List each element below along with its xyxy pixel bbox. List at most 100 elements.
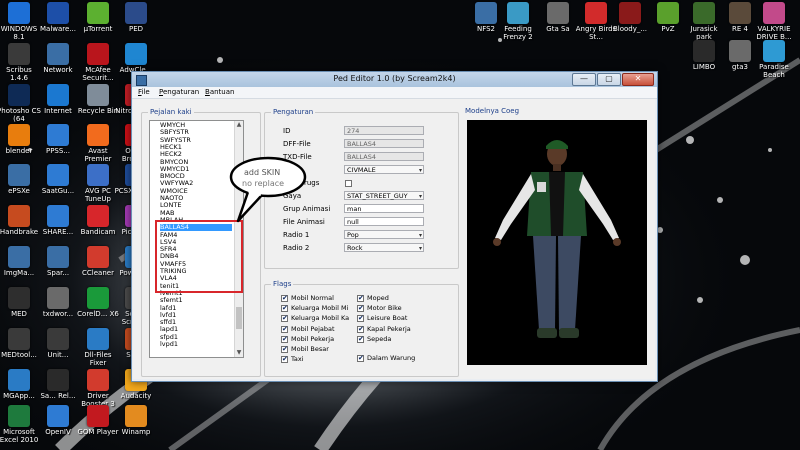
flag-checkbox[interactable] — [281, 304, 288, 313]
chevron-down-icon[interactable]: ▾ — [419, 192, 422, 201]
setting-field[interactable]: STAT_STREET_GUY ▾ — [344, 191, 424, 200]
desktop-icon[interactable]: Feeding Frenzy 2 — [496, 2, 540, 41]
chevron-down-icon[interactable]: ▾ — [419, 244, 422, 253]
setting-field[interactable]: null — [344, 217, 424, 226]
setting-value: 274 — [347, 127, 360, 135]
flag-label: Sepeda — [367, 334, 392, 343]
flag-checkbox[interactable] — [357, 325, 364, 333]
desktop-icon-label: SaatGu... — [41, 187, 75, 195]
model-preview[interactable] — [467, 120, 647, 365]
share-icon — [47, 205, 69, 227]
desktop-icon[interactable]: Malware... — [36, 2, 80, 33]
txd-icon — [47, 287, 69, 309]
flag-checkbox[interactable] — [281, 294, 288, 302]
desktop-icon[interactable]: VALKYRIE DRIVE B... — [752, 2, 796, 41]
bubble-text: add SKIN — [244, 168, 281, 177]
flag-label: Mobil Pekerja — [291, 334, 335, 343]
flag-checkbox[interactable] — [357, 304, 364, 313]
menu-pengaturan-label: engaturan — [162, 88, 200, 96]
setting-field[interactable]: 274 — [344, 126, 424, 135]
desktop-icon[interactable]: ImgMa... — [0, 246, 41, 277]
desktop-icon[interactable]: txdwor... — [36, 287, 80, 318]
close-button[interactable]: ✕ — [622, 73, 654, 86]
flag-checkbox[interactable] — [357, 314, 364, 323]
setting-field[interactable]: Pop ▾ — [344, 230, 424, 239]
menu-bantuan[interactable]: Bantuan — [205, 88, 234, 96]
desktop-icon[interactable]: PED — [114, 2, 158, 33]
desktop-icon[interactable]: Paradise Beach — [752, 40, 796, 79]
dll-icon — [87, 328, 109, 350]
setting-value: Pop — [347, 231, 359, 239]
pvz-icon — [657, 2, 679, 24]
setting-field[interactable]: BALLAS4 — [344, 139, 424, 148]
desktop-icon[interactable]: blender — [0, 124, 41, 155]
adwcleaner-icon — [125, 43, 147, 65]
settings-title: Pengaturan — [271, 108, 316, 116]
ped-list-item[interactable]: lvpd1 — [160, 341, 232, 348]
desktop-icon[interactable]: Microsoft Excel 2010 — [0, 405, 41, 444]
title-bar[interactable]: Ped Editor 1.0 (by Scream2k4) — ▢ ✕ — [132, 72, 657, 87]
desktop-icon-label: Microsoft Excel 2010 — [0, 428, 39, 444]
menu-bar: File Pengaturan Bantuan — [132, 87, 657, 99]
desktop-icon[interactable]: WINDOWS 8.1 — [0, 2, 41, 41]
desktop-icon[interactable]: Sa... Rel... — [36, 369, 80, 400]
flags-title: Flags — [271, 280, 294, 288]
flag-checkbox[interactable] — [357, 354, 364, 362]
scroll-down-icon[interactable]: ▼ — [235, 349, 243, 357]
desktop-icon-label: Malware... — [40, 25, 76, 33]
scroll-up-icon[interactable]: ▲ — [235, 121, 243, 129]
desktop-icon-label: Sa... Rel... — [40, 392, 76, 400]
desktop-icon[interactable]: OpenIV — [36, 405, 80, 436]
desktop-icon-label: PED — [128, 25, 144, 33]
flag-checkbox[interactable] — [281, 345, 288, 353]
flag-checkbox[interactable] — [357, 294, 364, 302]
flag-label: Leisure Boat — [367, 314, 408, 323]
setting-field[interactable]: Rock ▾ — [344, 243, 424, 252]
flag-checkbox[interactable] — [281, 314, 288, 323]
scroll-thumb[interactable] — [236, 307, 242, 329]
chevron-down-icon[interactable]: ▾ — [419, 231, 422, 240]
desktop-icon[interactable]: PPSS... — [36, 124, 80, 155]
minimize-button[interactable]: — — [572, 73, 596, 86]
desktop-icon[interactable]: SaatGu... — [36, 164, 80, 195]
flag-label: Dalam Warung — [367, 354, 416, 362]
desktop-icon[interactable]: ePSXe — [0, 164, 41, 195]
chevron-down-icon[interactable]: ▾ — [419, 166, 422, 175]
setting-field[interactable]: BALLAS4 — [344, 152, 424, 161]
desktop-icon[interactable]: Winamp — [114, 405, 158, 436]
nfs-icon — [475, 2, 497, 24]
maximize-button[interactable]: ▢ — [597, 73, 621, 86]
desktop-icon-label: OpenIV — [45, 428, 71, 436]
desktop-icon[interactable]: Network — [36, 43, 80, 74]
desktop-icon-label: MGApp... — [3, 392, 35, 400]
buy-drugs-checkbox[interactable] — [345, 180, 352, 187]
speech-bubble: add SKIN no replace — [228, 155, 308, 195]
desktop-icon-label: Photosho CS (64 — [0, 107, 41, 123]
flag-label: Kapal Pekerja — [367, 324, 411, 333]
desktop-icon[interactable]: Handbrake — [0, 205, 41, 236]
setting-field[interactable]: CIVMALE ▾ — [344, 165, 424, 174]
desktop-icon[interactable]: Scribus 1.4.6 — [0, 43, 41, 82]
flag-checkbox[interactable] — [281, 335, 288, 343]
shield-icon — [47, 2, 69, 24]
flag-checkbox[interactable] — [357, 335, 364, 343]
desktop-icon[interactable]: AdwCle... — [114, 43, 158, 74]
setting-field[interactable]: man — [344, 204, 424, 213]
desktop-icon[interactable]: SHARE... — [36, 205, 80, 236]
desktop-icon[interactable]: MED — [0, 287, 41, 318]
menu-pengaturan[interactable]: Pengaturan — [159, 88, 199, 96]
flag-checkbox[interactable] — [281, 355, 288, 364]
desktop-icon[interactable]: Photosho CS (64 — [0, 84, 41, 123]
desktop-icon[interactable]: MEDtool... — [0, 328, 41, 359]
desktop-icon-label: PPSS... — [45, 147, 70, 155]
desktop-icon[interactable]: Internet — [36, 84, 80, 115]
app-icon — [47, 328, 69, 350]
desktop-icon-label: MED — [11, 310, 27, 318]
flag-checkbox[interactable] — [281, 325, 288, 333]
menu-bantuan-label: antuan — [209, 88, 235, 96]
desktop-icon[interactable]: Unit... — [36, 328, 80, 359]
menu-file[interactable]: File — [138, 88, 150, 96]
desktop-icon[interactable]: Spar... — [36, 246, 80, 277]
desktop-icon[interactable]: MGApp... — [0, 369, 41, 400]
desktop-icon-label: WINDOWS 8.1 — [0, 25, 38, 41]
